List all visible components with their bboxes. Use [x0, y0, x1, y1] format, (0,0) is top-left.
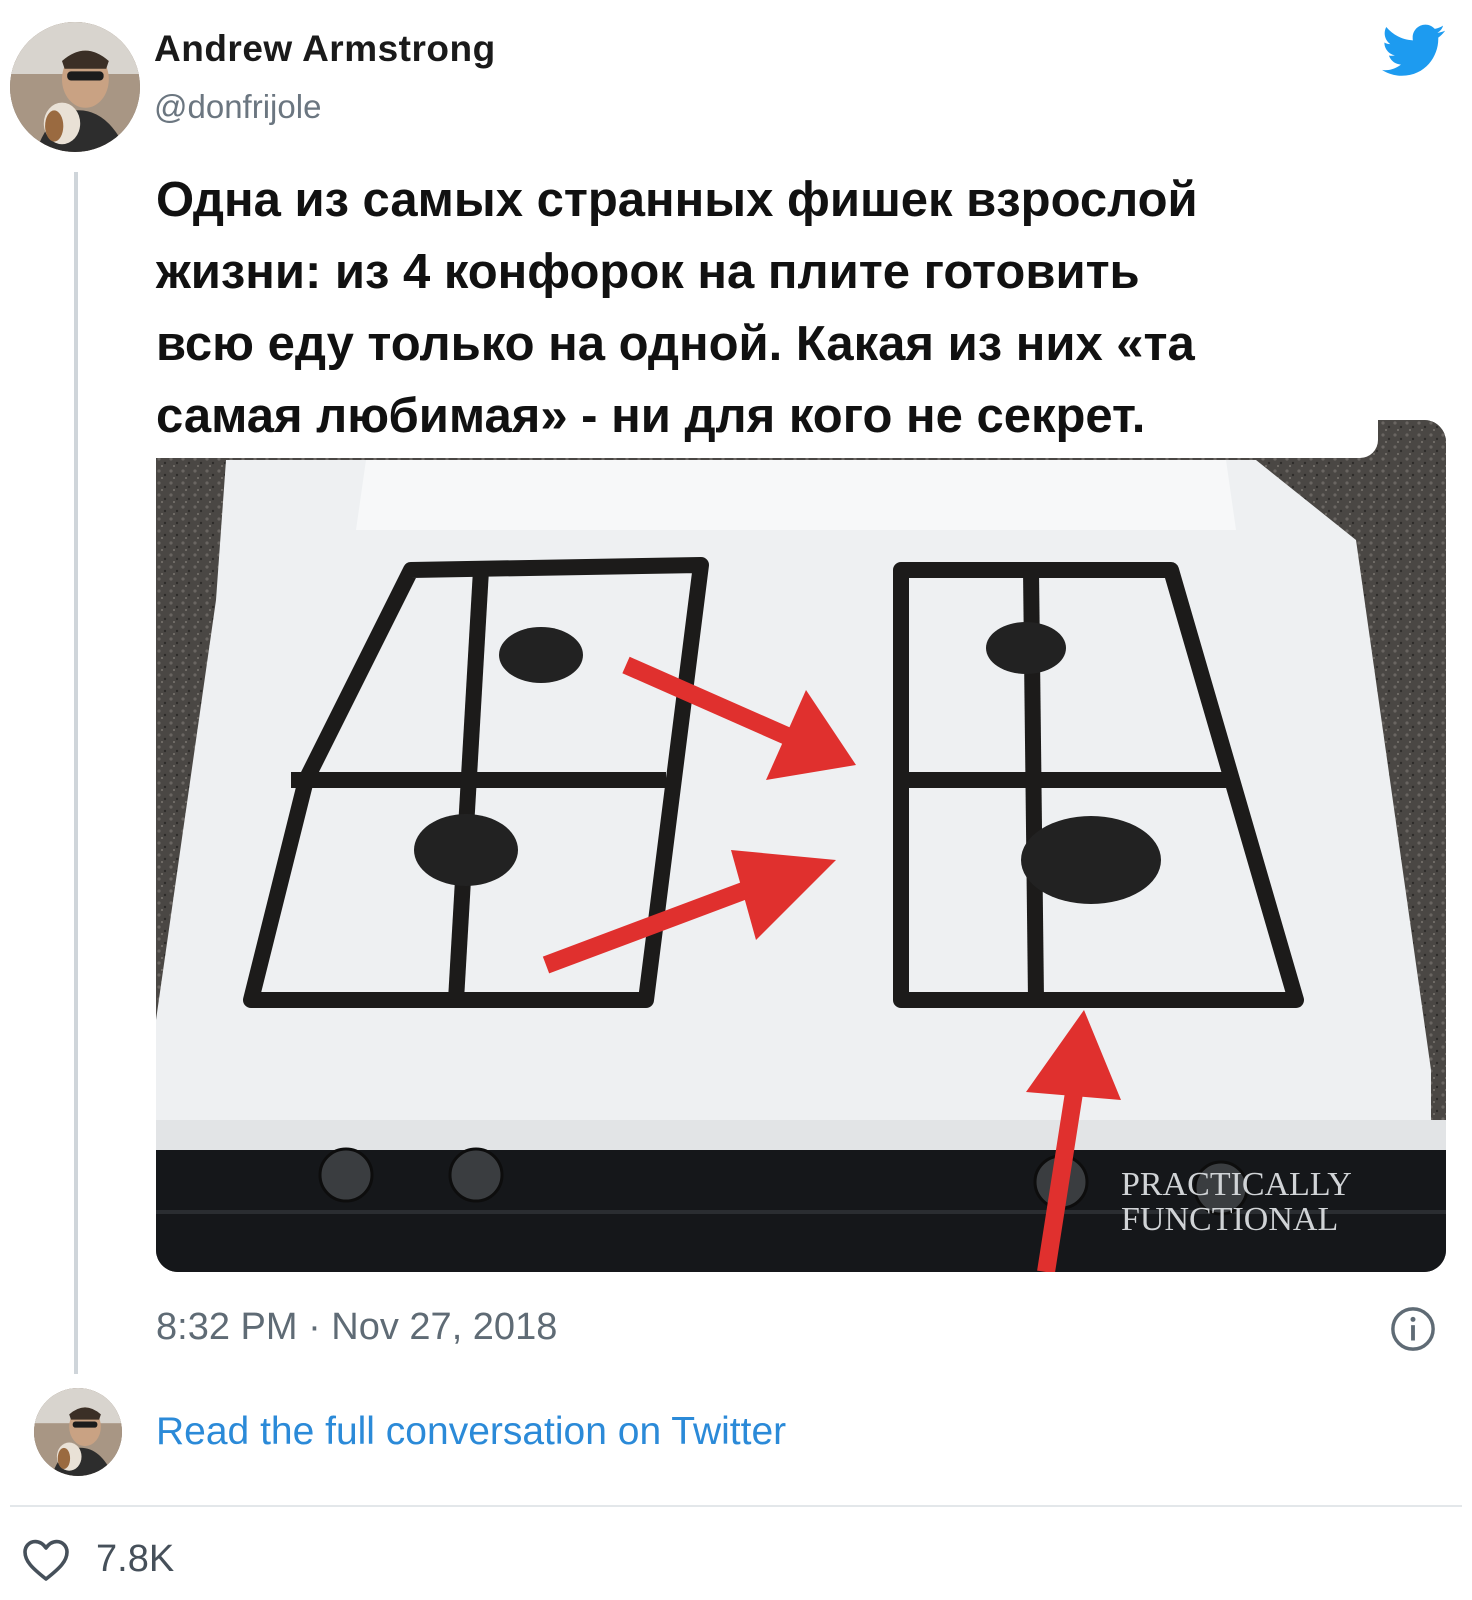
tweet-text-line: самая любимая» - ни для кого не секрет. [156, 389, 1146, 443]
thread-connector-line [74, 172, 78, 1374]
tweet-text-line: Одна из самых странных фишек взрослой [156, 173, 1198, 227]
twitter-bird-icon[interactable] [1382, 24, 1446, 78]
tweet-text: Одна из самых странных фишек взрослой жи… [156, 164, 1406, 452]
divider [10, 1505, 1462, 1507]
author-avatar[interactable] [10, 22, 140, 152]
author-handle[interactable]: @donfrijole [154, 88, 321, 126]
heart-icon[interactable] [22, 1538, 70, 1582]
tweet-timestamp[interactable]: 8:32 PM · Nov 27, 2018 [156, 1306, 557, 1349]
watermark-line-2: FUNCTIONAL [1121, 1201, 1338, 1238]
tweet-text-line: жизни: из 4 конфорок на плите готовить [156, 245, 1140, 299]
author-name[interactable]: Andrew Armstrong [154, 28, 496, 70]
tweet-text-line: всю еду только на одной. Какая из них «т… [156, 317, 1195, 371]
info-icon[interactable] [1390, 1306, 1436, 1352]
read-full-conversation-link[interactable]: Read the full conversation on Twitter [156, 1410, 786, 1454]
reply-avatar[interactable] [34, 1388, 122, 1476]
watermark-line-1: PRACTICALLY [1121, 1166, 1352, 1203]
like-count: 7.8K [96, 1538, 175, 1580]
tweet-photo[interactable]: PRACTICALLY FUNCTIONAL [156, 420, 1446, 1272]
